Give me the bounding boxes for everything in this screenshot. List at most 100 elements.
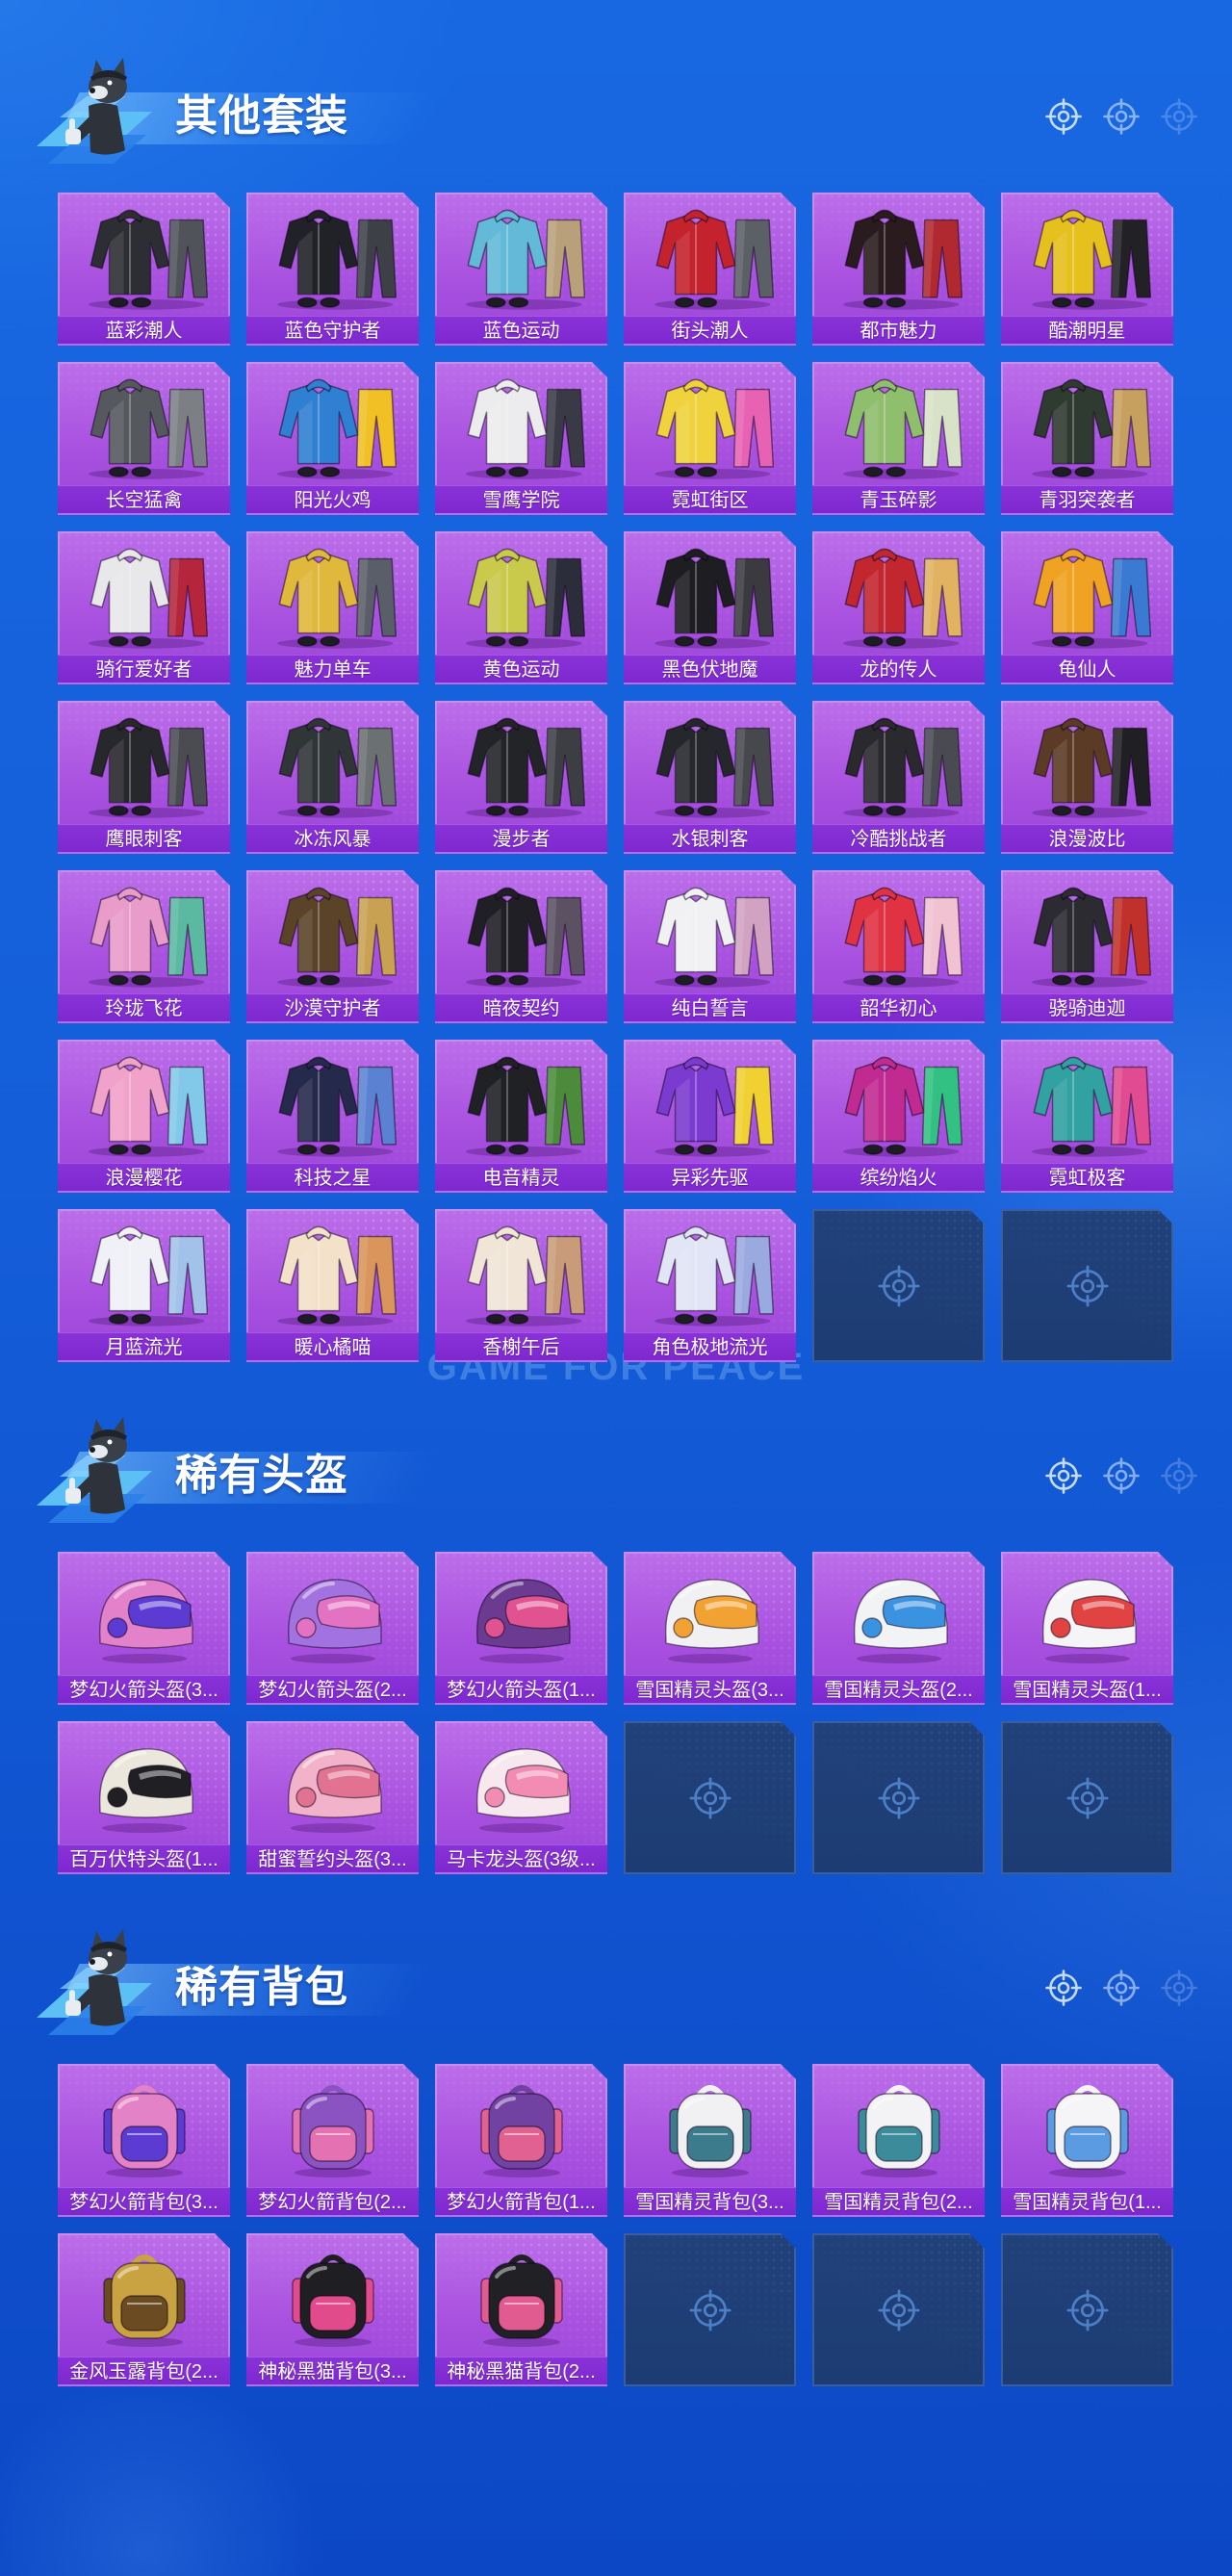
item-label: 都市魅力 — [812, 316, 985, 346]
crosshair-icon — [1044, 97, 1083, 136]
outfit-icon — [246, 1043, 419, 1164]
outfit-icon — [58, 1043, 230, 1164]
item-name: 梦幻火箭头盔(3... — [69, 1680, 218, 1701]
item-name: 浪漫樱花 — [105, 1168, 183, 1189]
outfit-icon — [435, 873, 607, 994]
item-card: 金风玉露背包(2... — [58, 2233, 230, 2386]
item-name: 街头潮人 — [671, 321, 749, 342]
item-card: 神秘黑猫背包(2... — [435, 2233, 607, 2386]
crosshair-icon — [1044, 1456, 1083, 1495]
item-card: 魅力单车 — [246, 531, 419, 684]
item-name: 异彩先驱 — [671, 1168, 749, 1189]
item-card: 都市魅力 — [812, 193, 985, 346]
item-label: 酷潮明星 — [1001, 316, 1173, 346]
item-name: 角色极地流光 — [652, 1337, 768, 1358]
outfit-icon — [58, 1212, 230, 1333]
item-name: 纯白誓言 — [671, 998, 749, 1019]
item-label: 暗夜契约 — [435, 993, 607, 1023]
item-label: 月蓝流光 — [58, 1332, 230, 1362]
crosshair-icon — [1102, 1456, 1141, 1495]
item-name: 雪国精灵背包(1... — [1013, 2192, 1162, 2213]
item-name: 黑色伏地魔 — [661, 659, 758, 681]
backpack-icon — [1001, 2067, 1173, 2188]
item-card: 神秘黑猫背包(3... — [246, 2233, 419, 2386]
helmet-icon — [246, 1555, 419, 1676]
item-card: 梦幻火箭背包(1... — [435, 2064, 607, 2217]
outfit-icon — [435, 534, 607, 656]
section-header: 稀有头盔 — [0, 1417, 1232, 1533]
item-card: 香榭午后 — [435, 1209, 607, 1362]
item-name: 青羽突袭者 — [1039, 490, 1136, 511]
item-label: 骑行爱好者 — [58, 655, 230, 684]
item-grid: 蓝彩潮人 蓝色守护者 蓝色运动 街头潮人 都市魅力 酷潮明星 长空猛禽 阳光火鸡… — [0, 193, 1232, 1362]
empty-slot — [812, 1209, 985, 1362]
item-name: 雪国精灵头盔(1... — [1013, 1680, 1162, 1701]
helmet-icon — [58, 1724, 230, 1845]
section-title: 稀有头盔 — [175, 1452, 348, 1499]
item-label: 骁骑迪迦 — [1001, 993, 1173, 1023]
item-card: 鹰眼刺客 — [58, 701, 230, 854]
item-label: 梦幻火箭背包(1... — [435, 2187, 607, 2217]
item-label: 香榭午后 — [435, 1332, 607, 1362]
outfit-icon — [1001, 365, 1173, 486]
item-name: 骁骑迪迦 — [1048, 998, 1126, 1019]
item-label: 科技之星 — [246, 1163, 419, 1193]
item-label: 暖心橘喵 — [246, 1332, 419, 1362]
crosshair-icon — [877, 1264, 921, 1308]
outfit-icon — [624, 873, 796, 994]
item-card: 骁骑迪迦 — [1001, 870, 1173, 1023]
item-label: 雪国精灵头盔(3... — [624, 1675, 796, 1705]
outfit-icon — [58, 873, 230, 994]
crosshair-icon — [877, 1776, 921, 1820]
outfit-icon — [1001, 704, 1173, 825]
item-name: 长空猛禽 — [105, 490, 183, 511]
item-card: 马卡龙头盔(3级... — [435, 1721, 607, 1874]
item-card: 梦幻火箭背包(3... — [58, 2064, 230, 2217]
item-card: 科技之星 — [246, 1040, 419, 1193]
outfit-icon — [1001, 195, 1173, 317]
outfit-icon — [435, 365, 607, 486]
crosshair-icon — [688, 2288, 732, 2332]
crosshair-icon — [1065, 2288, 1110, 2332]
item-name: 浪漫波比 — [1048, 829, 1126, 850]
mascot-icon — [31, 58, 166, 173]
item-name: 月蓝流光 — [105, 1337, 183, 1358]
item-name: 魅力单车 — [294, 659, 372, 681]
outfit-icon — [58, 365, 230, 486]
item-card: 月蓝流光 — [58, 1209, 230, 1362]
item-name: 科技之星 — [294, 1168, 372, 1189]
item-name: 都市魅力 — [860, 321, 937, 342]
item-label: 沙漠守护者 — [246, 993, 419, 1023]
item-grid: 梦幻火箭背包(3... 梦幻火箭背包(2... 梦幻火箭背包(1... 雪国精灵… — [0, 2064, 1232, 2386]
item-card: 黑色伏地魔 — [624, 531, 796, 684]
item-name: 百万伏特头盔(1... — [69, 1849, 218, 1870]
item-card: 酷潮明星 — [1001, 193, 1173, 346]
item-name: 鹰眼刺客 — [105, 829, 183, 850]
item-card: 玲珑飞花 — [58, 870, 230, 1023]
item-label: 梦幻火箭头盔(3... — [58, 1675, 230, 1705]
item-card: 长空猛禽 — [58, 362, 230, 515]
item-card: 龙的传人 — [812, 531, 985, 684]
item-card: 青羽突袭者 — [1001, 362, 1173, 515]
item-name: 雪国精灵背包(2... — [824, 2192, 973, 2213]
section: 稀有头盔 梦幻火箭头盔(3... 梦幻火箭头盔(2... 梦幻火箭头盔(1...… — [0, 1417, 1232, 1874]
item-name: 蓝色守护者 — [284, 321, 381, 342]
item-card: 雪鹰学院 — [435, 362, 607, 515]
outfit-icon — [246, 534, 419, 656]
item-label: 异彩先驱 — [624, 1163, 796, 1193]
item-label: 长空猛禽 — [58, 485, 230, 515]
empty-slot — [812, 2233, 985, 2386]
item-label: 电音精灵 — [435, 1163, 607, 1193]
item-name: 龙的传人 — [860, 659, 937, 681]
item-label: 蓝色守护者 — [246, 316, 419, 346]
item-label: 蓝彩潮人 — [58, 316, 230, 346]
item-name: 霓虹街区 — [671, 490, 749, 511]
empty-slot — [624, 2233, 796, 2386]
item-card: 阳光火鸡 — [246, 362, 419, 515]
outfit-icon — [812, 873, 985, 994]
item-card: 冰冻风暴 — [246, 701, 419, 854]
item-label: 雪国精灵背包(2... — [812, 2187, 985, 2217]
item-card: 雪国精灵头盔(1... — [1001, 1552, 1173, 1705]
item-name: 青玉碎影 — [860, 490, 937, 511]
empty-slot — [624, 1721, 796, 1874]
